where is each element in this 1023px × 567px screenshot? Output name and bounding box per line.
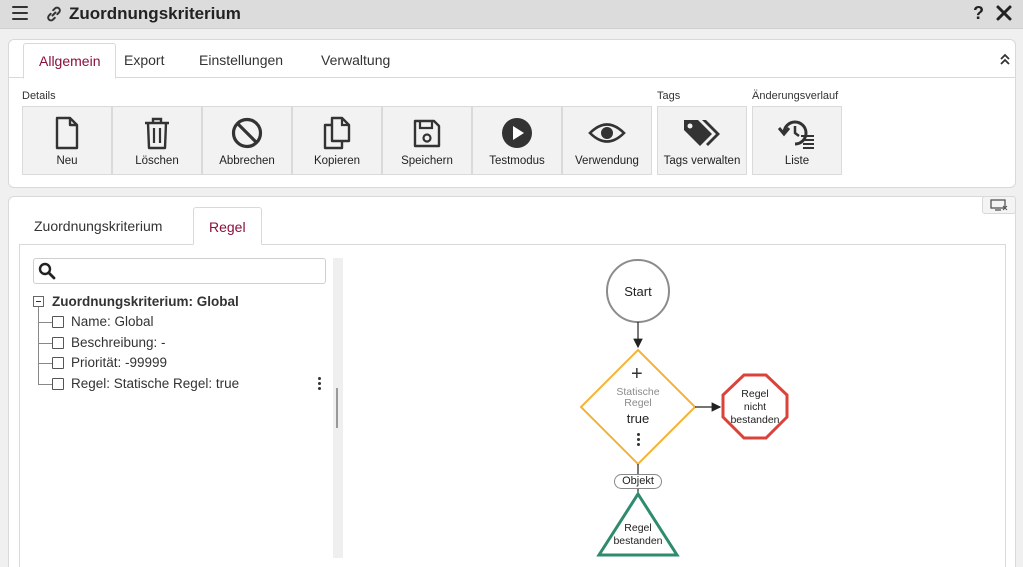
rule-type-label: Statische Regel xyxy=(598,387,678,409)
copy-button[interactable]: Kopieren xyxy=(292,106,382,175)
checkbox[interactable] xyxy=(52,357,64,369)
history-icon xyxy=(778,120,814,149)
link-icon xyxy=(47,6,61,22)
kebab-menu-icon[interactable] xyxy=(316,377,322,391)
search-icon xyxy=(38,262,56,280)
group-label-tags: Tags xyxy=(657,90,681,102)
usage-button[interactable]: Verwendung xyxy=(562,106,652,175)
tree-item-label: Priorität: -99999 xyxy=(71,355,168,370)
usage-button-label: Verwendung xyxy=(575,155,639,167)
checkbox[interactable] xyxy=(52,316,64,328)
panel-splitter[interactable] xyxy=(333,258,343,558)
tab-einstellungen[interactable]: Einstellungen xyxy=(184,43,298,79)
pass-line2: bestanden xyxy=(613,535,663,547)
new-button-label: Neu xyxy=(56,155,78,167)
collapse-toggle-icon[interactable] xyxy=(33,296,44,307)
new-button[interactable]: Neu xyxy=(22,106,112,175)
fail-node-label[interactable]: Regel nicht bestanden xyxy=(722,388,788,427)
start-node-label[interactable]: Start xyxy=(606,284,670,299)
tab-export[interactable]: Export xyxy=(109,43,179,79)
group-label-history: Änderungsverlauf xyxy=(752,90,839,102)
tab-regel[interactable]: Regel xyxy=(193,207,262,245)
window-title: Zuordnungskriterium xyxy=(69,4,241,23)
rule-value-label[interactable]: true xyxy=(598,411,678,426)
tab-allgemein[interactable]: Allgemein xyxy=(23,43,117,79)
fail-line1: Regel xyxy=(741,388,769,400)
history-list-button[interactable]: Liste xyxy=(752,106,842,175)
history-list-button-label: Liste xyxy=(784,155,810,167)
group-label-details: Details xyxy=(22,90,56,102)
save-button[interactable]: Speichern xyxy=(382,106,472,175)
connector-badge[interactable]: Objekt xyxy=(614,474,662,489)
tree-item-label: Name: Global xyxy=(71,314,154,329)
node-kebab-menu-icon[interactable] xyxy=(635,433,641,447)
double-chevron-up-icon[interactable] xyxy=(999,52,1011,66)
pass-node-label[interactable]: Regel bestanden xyxy=(598,522,678,548)
ribbon-panel: Allgemein Export Einstellungen Verwaltun… xyxy=(8,39,1016,188)
tree-root-label: Zuordnungskriterium: Global xyxy=(52,294,239,309)
menu-icon[interactable] xyxy=(12,6,28,22)
test-mode-button[interactable]: Testmodus xyxy=(472,106,562,175)
play-circle-icon xyxy=(502,118,532,148)
search-input[interactable] xyxy=(58,261,320,281)
ribbon-tabs: Allgemein Export Einstellungen Verwaltun… xyxy=(9,40,1015,79)
checkbox[interactable] xyxy=(52,378,64,390)
help-icon[interactable]: ? xyxy=(973,3,984,24)
tree-connector-line xyxy=(38,307,39,384)
ban-icon xyxy=(231,117,263,149)
tab-zuordnungskriterium[interactable]: Zuordnungskriterium xyxy=(19,207,177,245)
fail-line3: bestanden xyxy=(730,414,780,426)
add-icon[interactable]: + xyxy=(631,364,643,384)
tree-item-label: Regel: Statische Regel: true xyxy=(71,376,240,391)
save-button-label: Speichern xyxy=(401,155,453,167)
manage-tags-button-label: Tags verwalten xyxy=(663,155,741,167)
rule-content-area xyxy=(19,244,1006,567)
cancel-button[interactable]: Abbrechen xyxy=(202,106,292,175)
title-bar: Zuordnungskriterium ? xyxy=(0,0,1023,29)
delete-button[interactable]: Löschen xyxy=(112,106,202,175)
checkbox[interactable] xyxy=(52,337,64,349)
tree-search xyxy=(33,258,326,284)
cancel-button-label: Abbrechen xyxy=(219,155,275,167)
rule-type-line2: Regel xyxy=(624,397,652,409)
trash-icon xyxy=(145,117,169,150)
save-icon xyxy=(413,119,441,148)
screen-icon[interactable] xyxy=(982,196,1016,214)
delete-button-label: Löschen xyxy=(135,155,179,167)
eye-icon xyxy=(588,123,626,143)
document-icon xyxy=(55,116,79,150)
test-mode-button-label: Testmodus xyxy=(489,155,545,167)
tab-verwaltung[interactable]: Verwaltung xyxy=(306,43,405,79)
copy-button-label: Kopieren xyxy=(313,155,361,167)
pass-line1: Regel xyxy=(624,522,652,534)
tags-icon xyxy=(684,120,720,146)
copy-icon xyxy=(323,116,351,150)
manage-tags-button[interactable]: Tags verwalten xyxy=(657,106,747,175)
tree-item-label: Beschreibung: - xyxy=(71,335,166,350)
fail-line2: nicht xyxy=(743,401,767,413)
close-icon[interactable] xyxy=(995,4,1013,22)
